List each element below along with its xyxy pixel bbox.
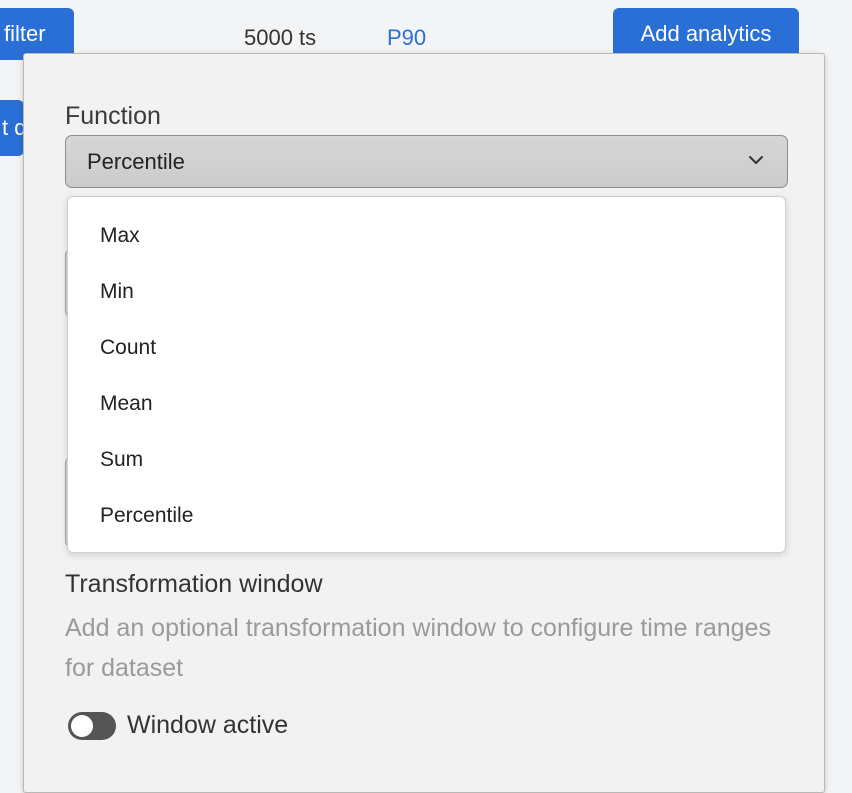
- function-select-value: Percentile: [87, 148, 185, 174]
- side-button[interactable]: t d: [0, 100, 24, 156]
- series-count: 5000 ts: [244, 25, 317, 50]
- chevron-down-icon: [749, 156, 763, 164]
- function-select[interactable]: Percentile: [65, 135, 788, 188]
- option-sum[interactable]: Sum: [68, 432, 785, 488]
- window-active-row: Window active: [68, 711, 288, 740]
- option-count[interactable]: Count: [68, 320, 785, 376]
- toggle-knob: [71, 714, 93, 737]
- transformation-window-description: Add an optional transformation window to…: [65, 614, 771, 682]
- option-min[interactable]: Min: [68, 264, 785, 320]
- option-mean[interactable]: Mean: [68, 376, 785, 432]
- percentile-tag[interactable]: P90: [387, 25, 426, 51]
- window-active-toggle[interactable]: [68, 711, 116, 740]
- analytics-panel: Function Percentile ∘ ∘ Max Min Count Me…: [23, 53, 825, 793]
- option-max[interactable]: Max: [68, 208, 785, 264]
- transformation-window-title: Transformation window: [65, 570, 323, 598]
- option-percentile[interactable]: Percentile: [68, 488, 785, 544]
- window-active-label: Window active: [127, 711, 289, 739]
- function-dropdown-menu: Max Min Count Mean Sum Percentile: [67, 196, 786, 553]
- function-label: Function: [65, 102, 161, 130]
